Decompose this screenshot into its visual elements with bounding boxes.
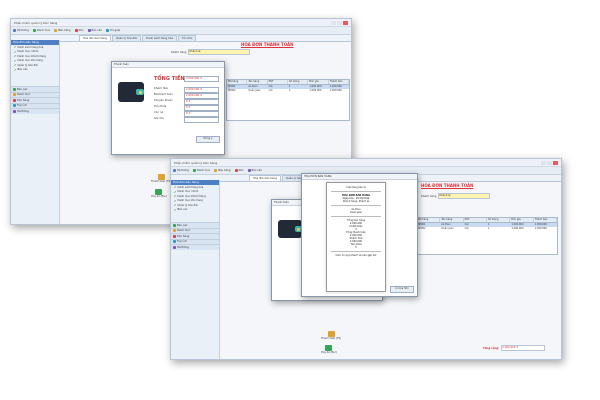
check-icon: ✔ xyxy=(174,198,177,203)
invoice-title: HÓA ĐƠN THANH TOÁN xyxy=(241,42,294,47)
table-row[interactable]: SP002 Quần jean Cái 1 1.000.000 1.000.000 xyxy=(227,89,349,93)
title-bar: Phần mềm quản lý bán hàng xyxy=(11,19,351,27)
tab-strip: Hóa đơn bán hàng Quản lý hóa đơn Danh sá… xyxy=(11,35,351,42)
check-icon: ✔ xyxy=(14,63,17,68)
customer-input[interactable]: Khách lẻ xyxy=(438,193,491,199)
wallet-icon xyxy=(278,220,302,238)
pay-field-label: Tiền thừa xyxy=(154,105,167,108)
menu-help[interactable]: Trợ giúp xyxy=(105,29,120,32)
pay-field-label: Đã thanh toán xyxy=(154,93,173,96)
menu-report[interactable]: Báo cáo xyxy=(87,29,102,32)
minimize-button[interactable] xyxy=(541,160,546,165)
maximize-button[interactable] xyxy=(547,160,552,165)
sidebar: Hóa đơn bán hàng ✔ Danh sách hàng hóa ✔ Da… xyxy=(171,180,220,359)
pay-field-label: Ghi chú xyxy=(154,117,164,120)
minimize-button[interactable] xyxy=(331,20,336,25)
menu-catalog[interactable]: Danh mục xyxy=(32,29,50,32)
check-icon: ✔ xyxy=(14,54,17,59)
check-icon: ✔ xyxy=(14,45,17,50)
invoice-grid: Mã hàng Tên hàng ĐVT Số lượng Đơn giá Thành t… xyxy=(226,79,350,121)
menu-catalog[interactable]: Danh mục xyxy=(192,169,210,172)
customer-field: Khách hàng Khách lẻ xyxy=(171,49,251,55)
close-button[interactable] xyxy=(343,20,348,25)
sidebar-group[interactable]: Hệ thống xyxy=(171,244,219,250)
menu-system[interactable]: Hệ thống xyxy=(13,29,29,32)
print-preview-dialog: HÓA ĐƠN BÁN HÀNG Cửa hàng bán lẻ HÓA ĐƠN… xyxy=(301,173,418,297)
app-window-front: Phần mềm quản lý bán hàng Hệ thống Danh … xyxy=(170,158,562,360)
total-box: 2.000.000 đ xyxy=(501,345,546,351)
pay-field-label: Khách đưa xyxy=(154,87,168,90)
note-input[interactable] xyxy=(184,117,219,123)
sidebar-group[interactable]: Hệ thống xyxy=(11,108,59,114)
tab-invoice[interactable]: Hóa đơn bán hàng xyxy=(79,35,111,41)
total-value: 2.000.000 đ xyxy=(184,76,219,82)
customer-input[interactable]: Khách lẻ xyxy=(188,49,251,55)
menu-bar: Hệ thống Danh mục Bán hàng Kho Báo cáo T… xyxy=(11,27,351,35)
sidebar: Hóa đơn bán hàng ✔ Danh sách hàng hóa ✔ Da… xyxy=(11,40,60,224)
check-icon: ✔ xyxy=(14,58,17,63)
print-preview-title: HÓA ĐƠN BÁN HÀNG xyxy=(302,174,417,180)
receipt-page: Cửa hàng bán lẻ HÓA ĐƠN BÁN HÀNG Ngày bá… xyxy=(326,182,386,292)
menu-stock[interactable]: Kho xyxy=(74,29,84,32)
check-icon: ✔ xyxy=(174,207,177,212)
title-bar: Phần mềm quản lý bán hàng xyxy=(171,159,561,167)
tab-stock[interactable]: Tồn kho xyxy=(177,35,197,41)
check-icon: ✔ xyxy=(174,185,177,190)
pay-action[interactable]: Thanh toán (F9) xyxy=(321,331,341,340)
customer-field: Khách hàng Khách lẻ xyxy=(421,193,491,199)
invoice-title: HÓA ĐƠN THANH TOÁN xyxy=(421,183,474,188)
cancel-action[interactable]: Hủy bỏ (Esc) xyxy=(321,345,337,354)
print-button[interactable]: In hóa đơn xyxy=(390,286,414,293)
receipt-line: Khách hàng: Khách lẻ xyxy=(343,200,369,203)
receipt-value: 0 xyxy=(355,246,357,249)
check-icon: ✔ xyxy=(14,67,17,72)
window-title: Phần mềm quản lý bán hàng xyxy=(14,20,58,25)
pay-field-label: Chuyển khoản xyxy=(154,99,173,102)
invoice-grid: Mã hàng Tên hàng ĐVT Số lượng Đơn giá Thành t… xyxy=(416,217,558,255)
tab-goods[interactable]: Danh sách hàng hóa xyxy=(142,35,177,41)
tab-manage-invoice[interactable]: Quản lý hóa đơn xyxy=(111,35,142,41)
check-icon: ✔ xyxy=(14,49,17,54)
wallet-icon xyxy=(118,82,144,102)
confirm-button[interactable]: Đồng ý xyxy=(196,136,220,143)
menu-sales[interactable]: Bán hàng xyxy=(214,169,231,172)
receipt-shop: Cửa hàng bán lẻ xyxy=(346,186,366,189)
check-icon: ✔ xyxy=(174,194,177,199)
menu-report[interactable]: Báo cáo xyxy=(247,169,262,172)
payment-dialog: Thanh toán TỔNG TIỀN: 2.000.000 đ Khách … xyxy=(111,61,225,155)
menu-stock[interactable]: Kho xyxy=(234,169,244,172)
tab-invoice[interactable]: Hóa đơn bán hàng xyxy=(249,175,281,181)
cancel-action[interactable]: Hủy bỏ (Esc) xyxy=(151,189,167,198)
check-icon: ✔ xyxy=(174,189,177,194)
total-label: TỔNG TIỀN: xyxy=(154,76,187,82)
pay-action[interactable]: Thanh toán (F9) xyxy=(151,174,171,183)
menu-sales[interactable]: Bán hàng xyxy=(54,29,71,32)
receipt-footer: Cảm ơn quý khách và hẹn gặp lại! xyxy=(335,254,377,257)
menu-system[interactable]: Hệ thống xyxy=(173,169,189,172)
pay-field-label: Còn nợ xyxy=(154,111,164,114)
maximize-button[interactable] xyxy=(337,20,342,25)
window-title: Phần mềm quản lý bán hàng xyxy=(174,160,218,165)
payment-dialog-title: Thanh toán xyxy=(112,62,224,68)
receipt-item: Quần jean xyxy=(349,211,363,214)
check-icon: ✔ xyxy=(174,203,177,208)
table-row[interactable]: SP002 Quần jean Cái 1 1.000.000 1.000.000 xyxy=(417,227,557,231)
close-button[interactable] xyxy=(553,160,558,165)
total-field: Tổng cộng: 2.000.000 đ xyxy=(483,345,546,351)
